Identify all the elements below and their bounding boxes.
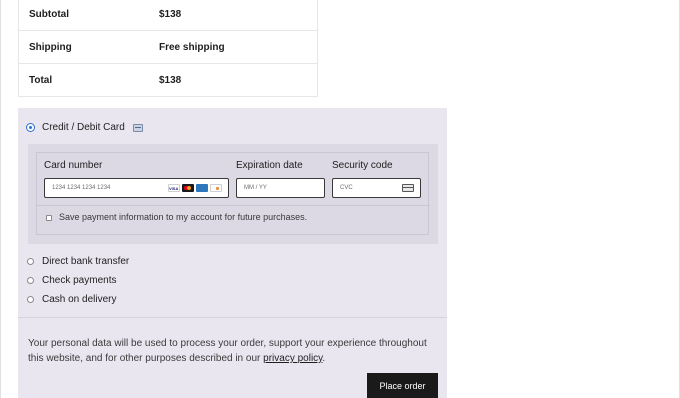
payment-method-bank[interactable]: Direct bank transfer xyxy=(27,256,129,267)
subtotal-value: $138 xyxy=(159,8,182,20)
subtotal-label: Subtotal xyxy=(29,8,69,20)
shipping-value: Free shipping xyxy=(159,41,225,53)
card-number-input[interactable]: 1234 1234 1234 1234 xyxy=(44,178,229,198)
totals-row-shipping: Shipping Free shipping xyxy=(18,31,318,64)
payment-method-cod[interactable]: Cash on delivery xyxy=(27,294,116,305)
security-code-input[interactable]: CVC xyxy=(332,178,421,198)
expiration-input[interactable]: MM / YY xyxy=(236,178,325,198)
expiration-label: Expiration date xyxy=(236,160,303,171)
discover-icon xyxy=(210,184,222,192)
privacy-policy-link[interactable]: privacy policy xyxy=(263,353,322,364)
privacy-notice: Your personal data will be used to proce… xyxy=(28,336,438,366)
card-icon xyxy=(132,123,143,132)
expiration-placeholder: MM / YY xyxy=(244,185,267,191)
page-left-border xyxy=(0,0,1,398)
card-number-label: Card number xyxy=(44,160,103,171)
totals-row-subtotal: Subtotal $138 xyxy=(18,0,318,31)
card-form-divider xyxy=(37,205,430,206)
save-payment-label: Save payment information to my account f… xyxy=(59,212,308,222)
card-details-box: Card number 1234 1234 1234 1234 Expirati… xyxy=(28,144,438,244)
totals-row-total: Total $138 xyxy=(18,64,318,97)
card-method-label: Credit / Debit Card xyxy=(42,122,125,133)
payment-method-check[interactable]: Check payments xyxy=(27,275,116,286)
card-form: Card number 1234 1234 1234 1234 Expirati… xyxy=(36,152,430,235)
cash-on-delivery-radio[interactable] xyxy=(27,296,34,303)
mastercard-icon xyxy=(182,184,194,192)
check-payments-radio[interactable] xyxy=(27,277,34,284)
total-value: $138 xyxy=(159,74,182,86)
privacy-text-before: Your personal data will be used to proce… xyxy=(28,338,427,364)
total-label: Total xyxy=(29,74,53,86)
card-number-placeholder: 1234 1234 1234 1234 xyxy=(52,185,111,191)
section-divider xyxy=(18,317,447,318)
bank-transfer-label: Direct bank transfer xyxy=(42,256,130,267)
order-totals-table: Subtotal $138 Shipping Free shipping Tot… xyxy=(18,0,318,97)
security-code-label: Security code xyxy=(332,160,393,171)
save-payment-checkbox[interactable] xyxy=(46,215,52,221)
shipping-label: Shipping xyxy=(29,41,72,53)
place-order-button[interactable]: Place order xyxy=(367,373,438,398)
privacy-text-after: . xyxy=(322,353,326,364)
security-code-placeholder: CVC xyxy=(340,185,353,191)
payment-methods-panel: Credit / Debit Card Card number 1234 123… xyxy=(18,108,447,398)
card-brand-logos xyxy=(168,184,222,192)
payment-method-card[interactable]: Credit / Debit Card xyxy=(27,122,143,133)
cvc-card-icon xyxy=(402,184,414,192)
cash-on-delivery-label: Cash on delivery xyxy=(42,294,117,305)
visa-icon xyxy=(168,184,180,192)
bank-transfer-radio[interactable] xyxy=(27,258,34,265)
amex-icon xyxy=(196,184,208,192)
check-payments-label: Check payments xyxy=(42,275,117,286)
card-method-radio[interactable] xyxy=(27,124,34,131)
